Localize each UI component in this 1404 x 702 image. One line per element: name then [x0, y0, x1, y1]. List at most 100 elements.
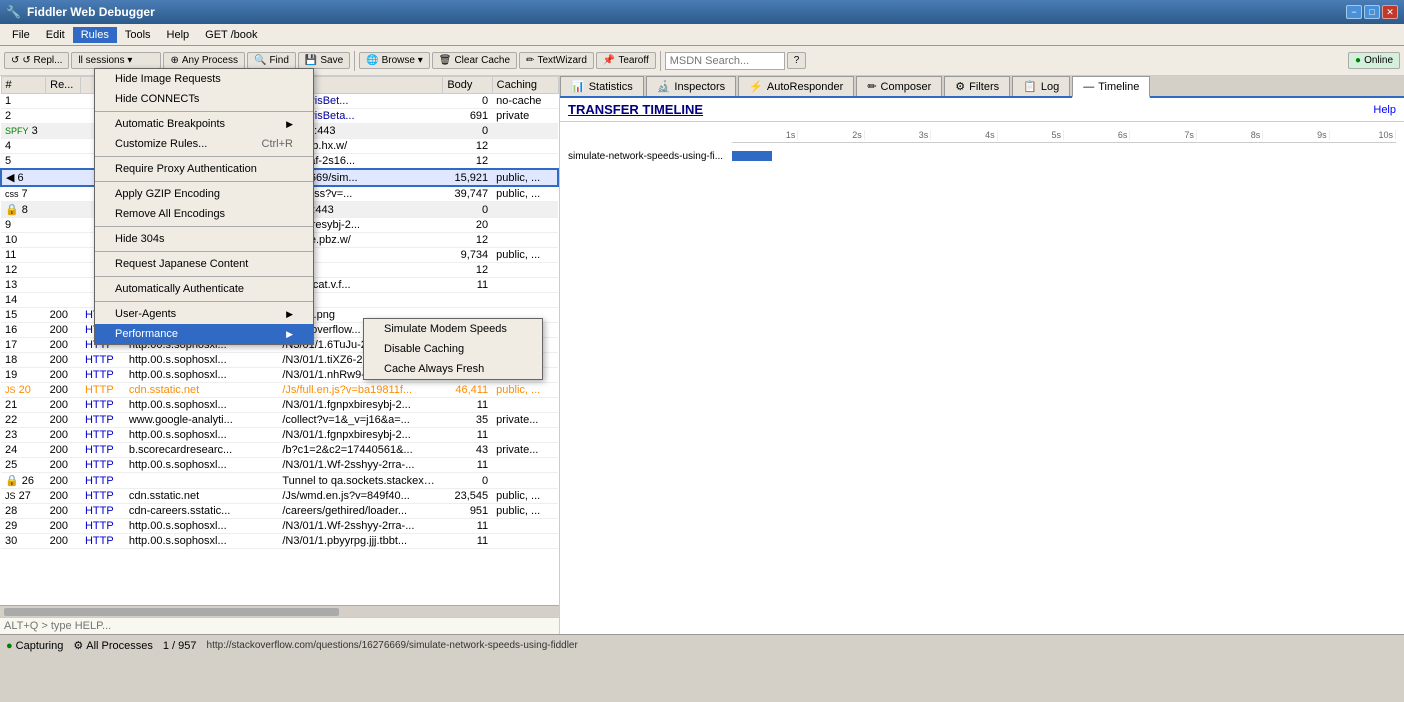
title-bar-controls: − □ ✕	[1346, 5, 1398, 19]
timeline-icon: —	[1083, 81, 1094, 93]
online-button[interactable]: ● Online	[1348, 52, 1400, 69]
any-process-button[interactable]: ⊕ Any Process	[163, 52, 245, 69]
menu-sep-4	[95, 226, 313, 227]
table-row[interactable]: 25200HTTPhttp.00.s.sophosxl.../N3/01/1.W…	[1, 458, 558, 473]
filters-icon: ⚙	[955, 80, 965, 93]
menu-tools[interactable]: Tools	[117, 27, 159, 43]
horizontal-scrollbar[interactable]	[0, 605, 559, 617]
menu-edit[interactable]: Edit	[38, 27, 73, 43]
msdn-search-input[interactable]	[665, 52, 785, 70]
menu-bar: File Edit Rules Tools Help GET /book	[0, 24, 1404, 46]
menu-help[interactable]: Help	[159, 27, 198, 43]
clear-cache-button[interactable]: 🗑 Clear Cache	[432, 52, 517, 69]
find-button[interactable]: 🔍 Find	[247, 52, 296, 69]
menu-user-agents[interactable]: User-Agents	[95, 304, 313, 324]
menu-performance[interactable]: Performance	[95, 324, 313, 344]
menu-sep-7	[95, 301, 313, 302]
current-url: http://stackoverflow.com/questions/16276…	[207, 640, 578, 651]
menu-sep-3	[95, 181, 313, 182]
table-row[interactable]: 24200HTTPb.scorecardresearc.../b?c1=2&c2…	[1, 443, 558, 458]
submenu-cache-always-fresh[interactable]: Cache Always Fresh	[364, 359, 542, 379]
processes-indicator[interactable]: ⚙ All Processes	[73, 639, 153, 652]
menu-remove-encodings[interactable]: Remove All Encodings	[95, 204, 313, 224]
text-wizard-icon: ✏	[526, 55, 534, 66]
timeline-entry: simulate-network-speeds-using-fi...	[568, 147, 1396, 165]
col-result[interactable]: Re...	[46, 77, 81, 94]
table-row[interactable]: 21200HTTPhttp.00.s.sophosxl.../N3/01/1.f…	[1, 398, 558, 413]
timeline-help-link[interactable]: Help	[1373, 104, 1396, 116]
tab-bar: 📊 Statistics 🔬 Inspectors ⚡ AutoResponde…	[560, 76, 1404, 98]
tearoff-icon: 📌	[603, 55, 615, 66]
table-row[interactable]: 🔒 26200HTTPTunnel to qa.sockets.stackexc…	[1, 473, 558, 489]
table-row[interactable]: JS 20200HTTPcdn.sstatic.net/Js/full.en.j…	[1, 383, 558, 398]
performance-submenu: Simulate Modem Speeds Disable Caching Ca…	[363, 318, 543, 380]
table-row[interactable]: 23200HTTPhttp.00.s.sophosxl.../N3/01/1.f…	[1, 428, 558, 443]
tab-timeline[interactable]: — Timeline	[1072, 76, 1150, 98]
menu-request-japanese[interactable]: Request Japanese Content	[95, 254, 313, 274]
log-icon: 📋	[1023, 80, 1037, 93]
autoresponder-icon: ⚡	[749, 80, 763, 93]
text-wizard-button[interactable]: ✏ TextWizard	[519, 52, 594, 69]
sessions-dropdown[interactable]: ll sessions ▾	[71, 52, 161, 69]
close-button[interactable]: ✕	[1382, 5, 1398, 19]
table-row[interactable]: 30200HTTPhttp.00.s.sophosxl.../N3/01/1.p…	[1, 534, 558, 549]
title-bar-left: 🔧 Fiddler Web Debugger	[6, 5, 155, 19]
toolbar-sep-1	[354, 51, 355, 71]
menu-hide-image-requests[interactable]: Hide Image Requests	[95, 69, 313, 89]
process-icon: ⊕	[170, 55, 178, 66]
submenu-disable-caching[interactable]: Disable Caching	[364, 339, 542, 359]
help-icon-button[interactable]: ?	[787, 52, 807, 69]
browse-icon: 🌐	[366, 55, 378, 66]
table-row[interactable]: JS 27200HTTPcdn.sstatic.net/Js/wmd.en.js…	[1, 489, 558, 504]
timeline-panel: TRANSFER TIMELINE Help 1s 2s 3s 4s 5s 6s…	[560, 98, 1404, 634]
table-row[interactable]: 28200HTTPcdn-careers.sstatic.../careers/…	[1, 504, 558, 519]
right-panel: 📊 Statistics 🔬 Inspectors ⚡ AutoResponde…	[560, 76, 1404, 634]
tearoff-button[interactable]: 📌 Tearoff	[596, 52, 656, 69]
inspectors-icon: 🔬	[657, 80, 671, 93]
save-button[interactable]: 💾 Save	[298, 52, 350, 69]
processes-icon: ⚙	[73, 639, 83, 652]
tab-composer[interactable]: ✏ Composer	[856, 76, 942, 96]
composer-icon: ✏	[867, 80, 876, 93]
submenu-simulate-modem[interactable]: Simulate Modem Speeds	[364, 319, 542, 339]
app-title: Fiddler Web Debugger	[27, 5, 155, 19]
maximize-button[interactable]: □	[1364, 5, 1380, 19]
capturing-indicator: ● Capturing	[6, 640, 63, 652]
help-icon: ?	[794, 55, 800, 66]
menu-sep-1	[95, 111, 313, 112]
tab-log[interactable]: 📋 Log	[1012, 76, 1070, 96]
menu-hide-304[interactable]: Hide 304s	[95, 229, 313, 249]
timeline-header: TRANSFER TIMELINE Help	[560, 98, 1404, 122]
session-count: 1 / 957	[163, 640, 197, 652]
menu-auto-authenticate[interactable]: Automatically Authenticate	[95, 279, 313, 299]
toolbar-sep-2	[660, 51, 661, 71]
app-icon: 🔧	[6, 5, 21, 19]
status-bar: ● Capturing ⚙ All Processes 1 / 957 http…	[0, 634, 1404, 656]
tab-autoresponder[interactable]: ⚡ AutoResponder	[738, 76, 854, 96]
menu-automatic-breakpoints[interactable]: Automatic Breakpoints	[95, 114, 313, 134]
col-body[interactable]: Body	[443, 77, 492, 94]
menu-customize-rules[interactable]: Customize Rules... Ctrl+R	[95, 134, 313, 154]
command-input[interactable]	[4, 620, 555, 632]
replay-button[interactable]: ↺ ↺ Repl...	[4, 52, 69, 69]
menu-rules[interactable]: Rules	[73, 27, 117, 43]
col-num[interactable]: #	[1, 77, 46, 94]
minimize-button[interactable]: −	[1346, 5, 1362, 19]
menu-apply-gzip[interactable]: Apply GZIP Encoding	[95, 184, 313, 204]
menu-require-proxy-auth[interactable]: Require Proxy Authentication	[95, 159, 313, 179]
timeline-entry-bar	[732, 151, 1396, 161]
tab-inspectors[interactable]: 🔬 Inspectors	[646, 76, 736, 96]
tab-statistics[interactable]: 📊 Statistics	[560, 76, 644, 96]
timeline-title: TRANSFER TIMELINE	[568, 102, 703, 117]
tab-filters[interactable]: ⚙ Filters	[944, 76, 1010, 96]
menu-get-book[interactable]: GET /book	[197, 27, 265, 43]
menu-file[interactable]: File	[4, 27, 38, 43]
capture-icon: ●	[6, 640, 13, 652]
col-caching[interactable]: Caching	[492, 77, 558, 94]
sessions-label: ll sessions ▾	[78, 55, 132, 66]
browse-button[interactable]: 🌐 Browse ▾	[359, 52, 430, 69]
table-row[interactable]: 29200HTTPhttp.00.s.sophosxl.../N3/01/1.W…	[1, 519, 558, 534]
timeline-entry-label: simulate-network-speeds-using-fi...	[568, 151, 728, 162]
table-row[interactable]: 22200HTTPwww.google-analyti.../collect?v…	[1, 413, 558, 428]
menu-hide-connects[interactable]: Hide CONNECTs	[95, 89, 313, 109]
